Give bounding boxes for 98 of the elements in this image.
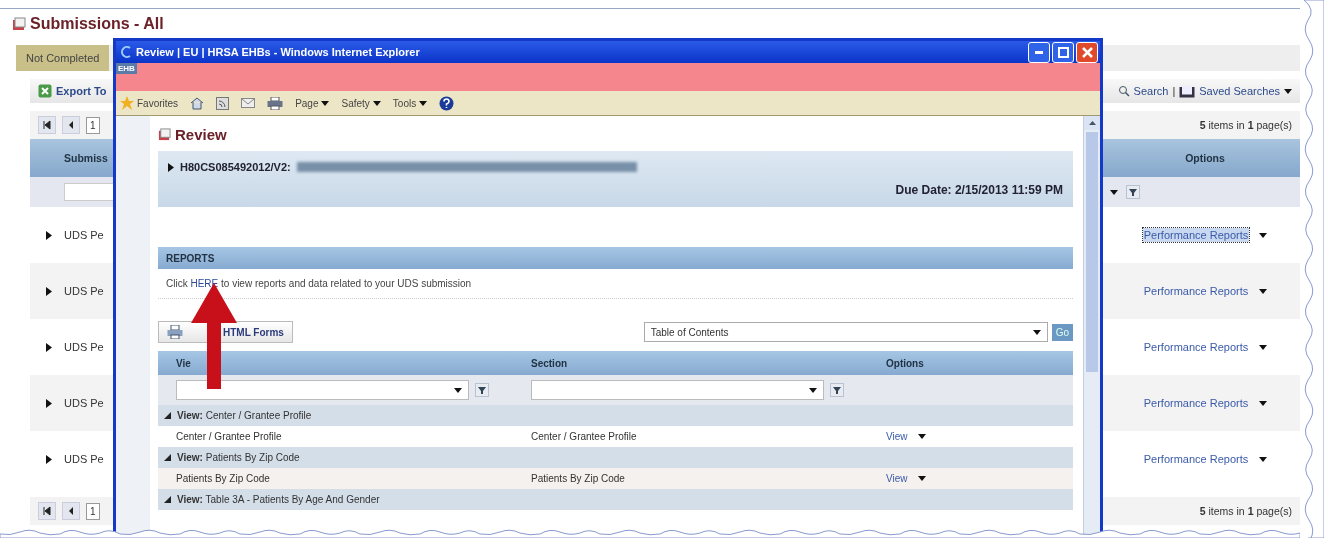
performance-reports-link[interactable]: Performance Reports	[1142, 340, 1250, 354]
favorites-button[interactable]: Favorites	[137, 97, 179, 109]
filter-icon[interactable]	[475, 383, 489, 397]
close-icon	[1081, 46, 1093, 58]
filter-icon[interactable]	[830, 383, 844, 397]
performance-reports-link[interactable]: Performance Reports	[1142, 396, 1250, 410]
caret-icon	[1259, 288, 1268, 294]
expand-icon[interactable]	[168, 162, 174, 172]
document-icon	[12, 17, 26, 31]
group-label: View: Center / Grantee Profile	[177, 410, 312, 421]
star-icon[interactable]	[120, 96, 134, 110]
caret-icon	[1259, 344, 1268, 350]
due-date: Due Date: 2/15/2013 11:59 PM	[895, 183, 1063, 197]
table-cell: UDS Pe	[64, 229, 104, 241]
caret-icon	[321, 100, 330, 106]
maximize-icon	[1057, 46, 1069, 58]
first-page-icon[interactable]	[38, 116, 56, 134]
caret-icon	[1032, 329, 1041, 335]
performance-reports-link[interactable]: Performance Reports	[1142, 228, 1250, 242]
expand-icon[interactable]	[46, 342, 52, 352]
contents-dropdown[interactable]: Table of Contents	[643, 322, 1048, 342]
caret-icon	[917, 476, 926, 481]
table-cell: UDS Pe	[64, 285, 104, 297]
export-button[interactable]: Export To	[56, 85, 107, 97]
filter-icon[interactable]	[1126, 185, 1140, 199]
menu-button[interactable]: Page	[295, 97, 330, 109]
caret-icon	[1284, 88, 1292, 94]
window-title: Review | EU | HRSA EHBs - Windows Internet Explorer	[136, 46, 420, 58]
spreadsheet-icon	[38, 84, 52, 98]
column-header[interactable]: Vie	[176, 357, 191, 369]
caret-icon	[1259, 456, 1268, 462]
scrollbar-thumb[interactable]	[1086, 132, 1098, 372]
page-title: Submissions - All	[30, 15, 164, 33]
home-icon[interactable]	[190, 96, 205, 110]
separator-text: |	[1172, 85, 1176, 97]
group-label: View: Table 3A - Patients By Age And Gender	[177, 494, 380, 505]
minimize-button[interactable]	[1028, 41, 1050, 63]
print-icon[interactable]	[267, 96, 284, 110]
submission-id: H80CS085492012/V2:	[180, 161, 291, 173]
mail-icon[interactable]	[241, 98, 256, 108]
minimize-icon	[1035, 50, 1043, 54]
collapse-icon[interactable]	[164, 412, 171, 419]
table-cell: UDS Pe	[64, 397, 104, 409]
expand-icon[interactable]	[46, 286, 52, 296]
reports-header: REPORTS	[158, 247, 1073, 269]
column-header[interactable]: Options	[886, 357, 924, 369]
previous-page-icon[interactable]	[62, 502, 80, 520]
close-button[interactable]	[1076, 41, 1098, 63]
table-cell: Center / Grantee Profile	[531, 431, 637, 442]
expand-icon[interactable]	[46, 454, 52, 464]
review-heading: Review	[175, 126, 227, 143]
caret-icon	[372, 100, 381, 106]
table-cell: UDS Pe	[64, 341, 104, 353]
table-cell: Patients By Zip Code	[176, 473, 270, 484]
caret-icon	[1259, 400, 1268, 406]
table-cell: Patients By Zip Code	[531, 473, 625, 484]
view-link[interactable]: View	[886, 473, 908, 484]
expand-icon[interactable]	[46, 398, 52, 408]
column-header[interactable]: Submiss	[64, 152, 108, 164]
printer-icon	[167, 325, 183, 339]
saved-searches-menu[interactable]: Saved Searches	[1199, 85, 1280, 97]
group-label: View: Patients By Zip Code	[177, 452, 300, 463]
collapse-icon[interactable]	[164, 454, 171, 461]
filter-dropdown[interactable]	[176, 380, 469, 400]
caret-icon	[419, 100, 428, 106]
performance-reports-link[interactable]: Performance Reports	[1142, 284, 1250, 298]
first-page-icon[interactable]	[38, 502, 56, 520]
browser-icon	[120, 46, 132, 58]
column-header: Options	[1184, 152, 1226, 164]
feed-icon[interactable]	[216, 96, 230, 110]
scroll-up-icon[interactable]	[1088, 121, 1096, 125]
here-link[interactable]: HERE	[190, 278, 219, 289]
collapse-icon[interactable]	[164, 496, 171, 503]
dropdown-caret-icon	[1110, 189, 1118, 195]
previous-page-icon[interactable]	[62, 116, 80, 134]
caret-icon	[1259, 232, 1268, 238]
page-number-field[interactable]: 1	[86, 502, 100, 520]
site-badge: EHB	[116, 63, 137, 74]
menu-button[interactable]: Safety	[341, 97, 381, 109]
document-icon	[158, 128, 171, 141]
menu-button[interactable]: Tools	[392, 97, 428, 109]
caret-icon	[917, 434, 926, 439]
expand-icon[interactable]	[46, 230, 52, 240]
items-summary: 5 items in 1 page(s)	[1199, 505, 1292, 517]
maximize-button[interactable]	[1052, 41, 1074, 63]
help-icon[interactable]	[439, 95, 455, 111]
status-tab[interactable]: Not Completed	[16, 45, 110, 71]
search-icon[interactable]	[1117, 85, 1130, 97]
items-summary: 5 items in 1 page(s)	[1199, 119, 1292, 131]
column-header[interactable]: Section	[531, 357, 568, 369]
page-number-field[interactable]: 1	[86, 116, 100, 134]
caret-icon	[454, 387, 462, 393]
performance-reports-link[interactable]: Performance Reports	[1142, 452, 1250, 466]
table-cell: Center / Grantee Profile	[176, 431, 282, 442]
caret-icon	[809, 387, 817, 393]
search-link[interactable]: Search	[1133, 85, 1169, 97]
view-link[interactable]: View	[886, 431, 908, 442]
table-cell: UDS Pe	[64, 453, 104, 465]
